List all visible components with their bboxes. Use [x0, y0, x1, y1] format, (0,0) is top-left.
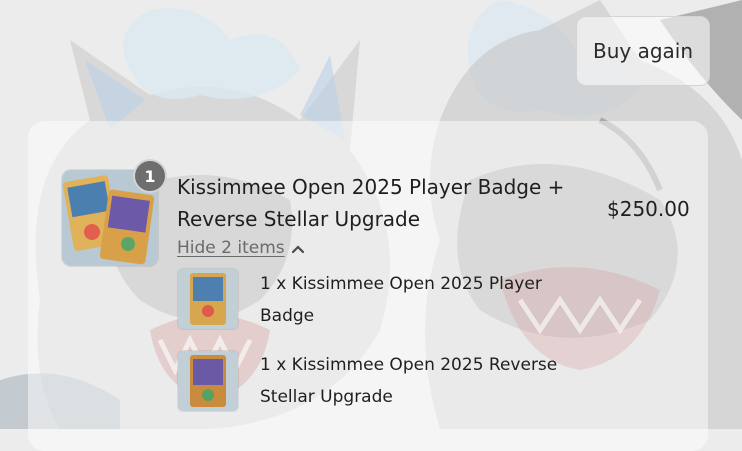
- hide-items-toggle[interactable]: Hide 2 items: [177, 238, 305, 258]
- product-price: $250.00: [607, 197, 690, 221]
- quantity-badge: 1: [133, 159, 167, 193]
- item-label: 1 x Kissimmee Open 2025 Reverse Stellar …: [260, 355, 558, 407]
- buy-again-label: Buy again: [592, 39, 694, 63]
- product-title: Kissimmee Open 2025 Player Badge + Rever…: [177, 175, 565, 231]
- item-label: 1 x Kissimmee Open 2025 Player Badge: [260, 274, 542, 326]
- list-item: 1 x Kissimmee Open 2025 Player Badge: [177, 268, 590, 332]
- hide-items-label: Hide 2 items: [177, 238, 285, 258]
- chevron-up-icon: [291, 239, 305, 258]
- buy-again-button[interactable]: Buy again: [576, 16, 710, 86]
- list-item: 1 x Kissimmee Open 2025 Reverse Stellar …: [177, 350, 590, 413]
- item-thumbnail: [177, 350, 239, 412]
- item-thumbnail: [177, 268, 239, 330]
